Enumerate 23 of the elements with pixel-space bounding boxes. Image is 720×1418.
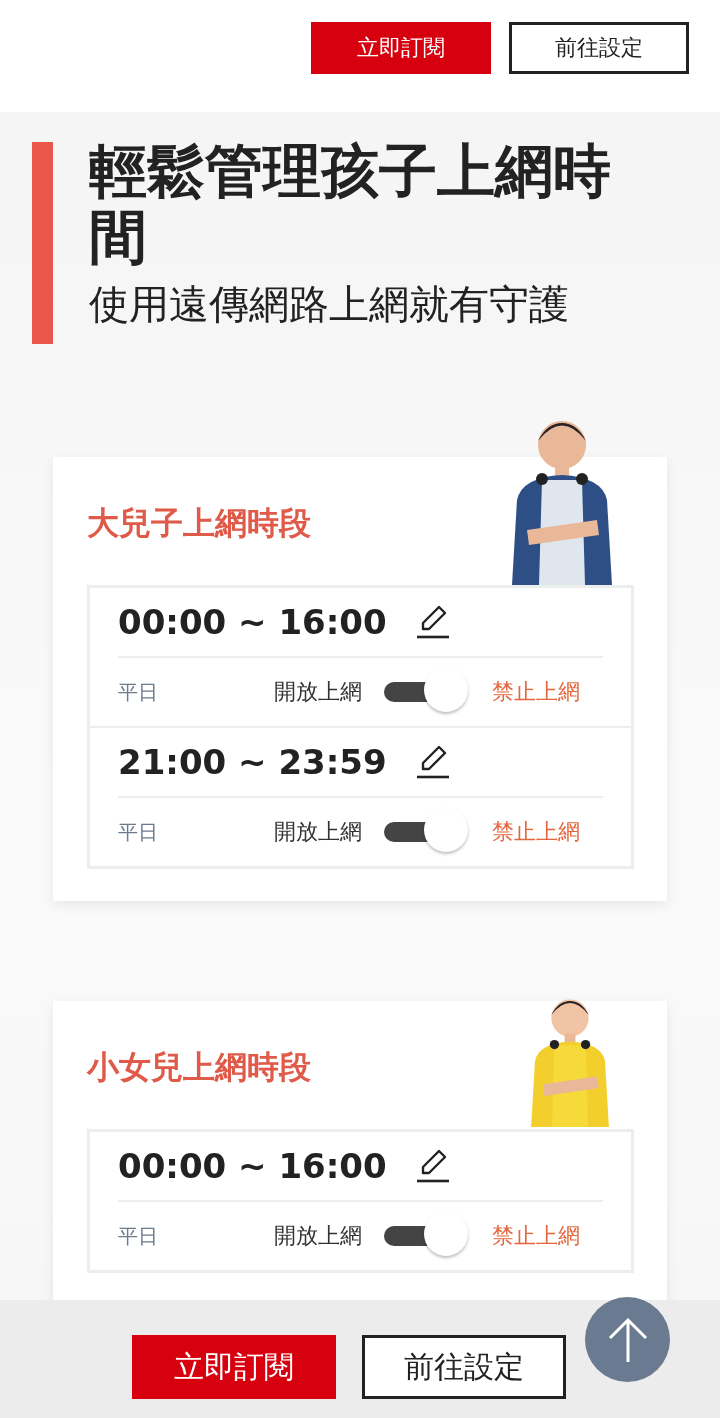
time-range: 00:00 ~ 16:00: [118, 602, 387, 642]
edit-icon[interactable]: [414, 1148, 451, 1184]
card-title: 大兒子上網時段: [87, 503, 312, 544]
footer-button[interactable]: 立即訂閱: [132, 1335, 336, 1399]
card-title: 小女兒上網時段: [87, 1047, 312, 1088]
days-label: 平日: [118, 1222, 159, 1250]
edit-icon[interactable]: [414, 744, 451, 780]
block-label: 禁止上網: [492, 678, 580, 706]
allow-label: 開放上網: [274, 818, 362, 846]
time-range: 00:00 ~ 16:00: [118, 1146, 387, 1186]
block-label: 禁止上網: [492, 818, 580, 846]
edit-icon[interactable]: [414, 604, 451, 640]
footer-button[interactable]: 前往設定: [362, 1335, 566, 1399]
header-button[interactable]: 前往設定: [509, 22, 689, 74]
page-title: 輕鬆管理孩子上網時間: [89, 138, 612, 270]
page-subtitle: 使用遠傳網路上網就有守護: [89, 280, 570, 328]
days-label: 平日: [118, 678, 159, 706]
allow-label: 開放上網: [274, 1222, 362, 1250]
time-range: 21:00 ~ 23:59: [118, 742, 387, 782]
block-label: 禁止上網: [492, 1222, 580, 1250]
days-label: 平日: [118, 818, 159, 846]
header-button[interactable]: 立即訂閱: [311, 22, 491, 74]
allow-label: 開放上網: [274, 678, 362, 706]
